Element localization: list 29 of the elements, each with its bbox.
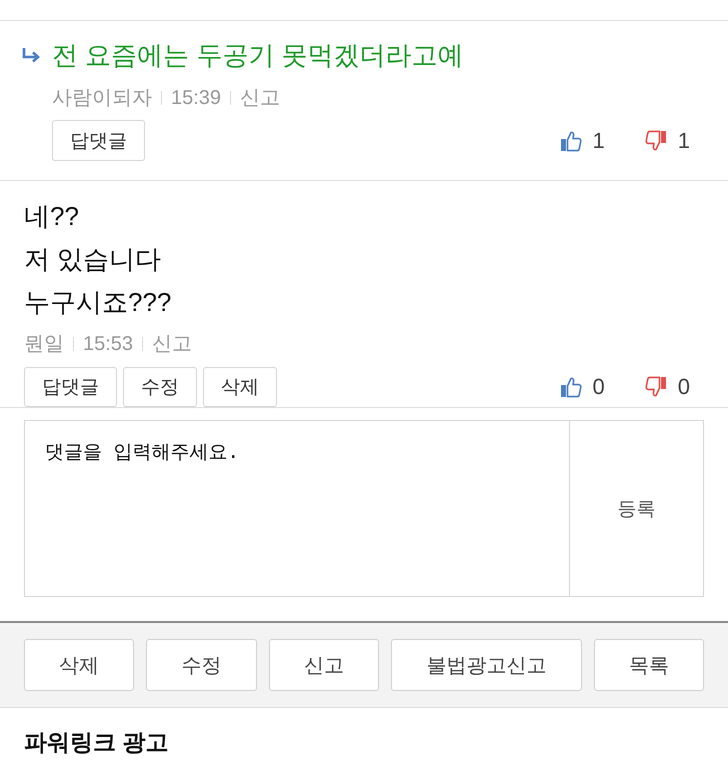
- comment-action-button[interactable]: 삭제: [203, 367, 277, 407]
- like-count: 0: [592, 374, 605, 400]
- comment-text: 네??: [24, 200, 79, 233]
- thumbs-up-icon[interactable]: [560, 376, 582, 398]
- comment-action-button[interactable]: 수정: [123, 367, 197, 407]
- like-count: 1: [592, 128, 605, 154]
- page-action-button[interactable]: 신고: [268, 639, 380, 691]
- comment-action-button[interactable]: 답댓글: [24, 367, 117, 407]
- section-title: 파워링크 광고: [24, 728, 168, 757]
- comment-action-button[interactable]: 답댓글: [52, 120, 145, 161]
- comment-text: 저 있습니다: [24, 243, 162, 276]
- page-action-button[interactable]: 불법광고신고: [391, 639, 582, 691]
- comment-input-field[interactable]: 댓글을 입력해주세요.: [24, 420, 569, 597]
- page-action-button[interactable]: 수정: [146, 639, 257, 691]
- comment-author: 뭔일: [24, 332, 64, 357]
- dislike-count: 1: [678, 128, 690, 154]
- reply-arrow-icon: [22, 47, 40, 63]
- dislike-count: 0: [678, 374, 690, 400]
- thumbs-down-icon[interactable]: [644, 376, 667, 398]
- page-action-button[interactable]: 목록: [594, 639, 704, 691]
- thumbs-down-icon[interactable]: [644, 130, 667, 152]
- comment-time: 15:53: [83, 332, 134, 357]
- comment-text: 누구시죠???: [24, 286, 172, 319]
- comment-time: 15:39: [171, 86, 222, 111]
- thumbs-up-icon[interactable]: [560, 130, 582, 152]
- submit-button[interactable]: 등록: [569, 420, 704, 597]
- page-action-button[interactable]: 삭제: [24, 639, 134, 691]
- comment-text: 전 요즘에는 두공기 못먹겠더라고예: [52, 39, 464, 72]
- comment-author: 사람이되자: [52, 86, 152, 111]
